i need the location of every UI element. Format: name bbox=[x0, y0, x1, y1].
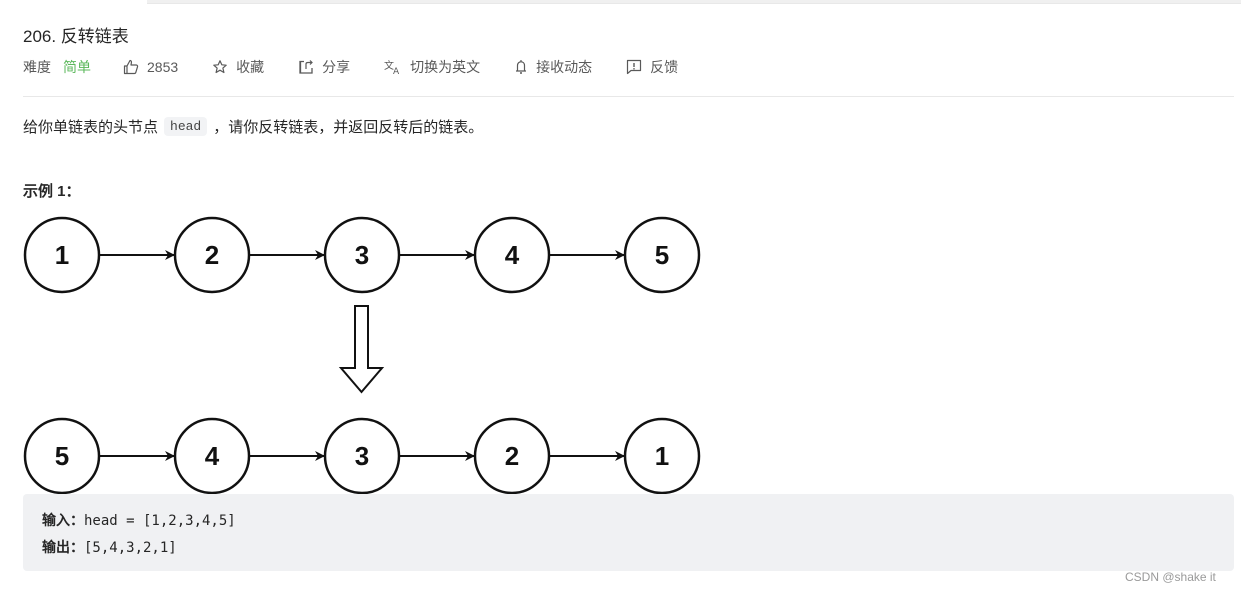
node-value: 1 bbox=[55, 240, 69, 270]
reversed-node: 1 bbox=[623, 417, 701, 495]
description-text-after: ，请你反转链表，并返回反转后的链表。 bbox=[213, 119, 484, 136]
reversed-node: 4 bbox=[173, 417, 251, 495]
node-value: 3 bbox=[355, 240, 369, 270]
star-icon bbox=[213, 60, 227, 74]
node-value: 4 bbox=[205, 441, 220, 471]
header-divider bbox=[23, 96, 1234, 97]
like-button[interactable]: 2853 bbox=[123, 59, 178, 75]
problem-meta-bar: 难度 简单 2853 收藏 分享 文 A 切换为英文 接收动态 反馈 bbox=[23, 57, 712, 77]
feedback-icon bbox=[627, 59, 642, 75]
node-value: 1 bbox=[655, 441, 669, 471]
reversed-node: 2 bbox=[473, 417, 551, 495]
original-node: 1 bbox=[23, 216, 101, 294]
node-value: 2 bbox=[205, 240, 219, 270]
share-button[interactable]: 分享 bbox=[298, 57, 350, 77]
feedback-button[interactable]: 反馈 bbox=[626, 57, 678, 77]
difficulty-label: 难度 bbox=[23, 59, 51, 75]
problem-title: 206. 反转链表 bbox=[23, 27, 129, 46]
subscribe-button[interactable]: 接收动态 bbox=[514, 57, 592, 77]
down-arrow bbox=[338, 305, 385, 394]
output-value: [5,4,3,2,1] bbox=[84, 540, 177, 556]
like-count: 2853 bbox=[147, 59, 179, 75]
watermark: CSDN @shake it bbox=[1125, 570, 1216, 584]
reversed-node: 3 bbox=[323, 417, 401, 495]
node-value: 5 bbox=[55, 441, 69, 471]
example-title: 示例 1： bbox=[23, 183, 81, 200]
example-output: 输出：[5,4,3,2,1] bbox=[42, 537, 177, 557]
reversed-list: 5 4 3 2 1 bbox=[23, 417, 701, 495]
switch-language-label: 切换为英文 bbox=[410, 59, 481, 75]
switch-language-button[interactable]: 文 A 切换为英文 bbox=[384, 57, 480, 77]
output-label: 输出： bbox=[42, 540, 84, 556]
original-node: 3 bbox=[323, 216, 401, 294]
input-value: head = [1,2,3,4,5] bbox=[84, 513, 236, 529]
svg-text:A: A bbox=[393, 67, 400, 75]
original-node: 5 bbox=[623, 216, 701, 294]
favorite-label: 收藏 bbox=[236, 59, 265, 75]
node-value: 4 bbox=[505, 240, 520, 270]
node-value: 2 bbox=[505, 441, 519, 471]
top-strip bbox=[147, 0, 1241, 4]
example-io-box: 输入：head = [1,2,3,4,5] 输出：[5,4,3,2,1] bbox=[23, 494, 1234, 571]
inline-code-head: head bbox=[164, 117, 208, 136]
description-text-before: 给你单链表的头节点 bbox=[23, 119, 159, 136]
share-label: 分享 bbox=[322, 59, 351, 75]
problem-description: 给你单链表的头节点 head ，请你反转链表，并返回反转后的链表。 bbox=[23, 116, 483, 137]
linked-list-diagram: 1 2 3 4 5 5 4 3 2 1 bbox=[23, 216, 701, 495]
input-label: 输入： bbox=[42, 513, 84, 529]
original-node: 4 bbox=[473, 216, 551, 294]
original-node: 2 bbox=[173, 216, 251, 294]
original-list: 1 2 3 4 5 bbox=[23, 216, 701, 294]
thumbs-up-icon bbox=[123, 59, 139, 75]
favorite-button[interactable]: 收藏 bbox=[212, 57, 264, 77]
share-icon bbox=[299, 60, 314, 74]
example-input: 输入：head = [1,2,3,4,5] bbox=[42, 510, 236, 530]
feedback-label: 反馈 bbox=[650, 59, 679, 75]
bell-icon bbox=[516, 60, 527, 74]
translate-icon: 文 A bbox=[384, 59, 400, 75]
node-value: 3 bbox=[355, 441, 369, 471]
node-value: 5 bbox=[655, 240, 669, 270]
subscribe-label: 接收动态 bbox=[536, 59, 593, 75]
difficulty-value: 简单 bbox=[63, 59, 91, 75]
reversed-node: 5 bbox=[23, 417, 101, 495]
